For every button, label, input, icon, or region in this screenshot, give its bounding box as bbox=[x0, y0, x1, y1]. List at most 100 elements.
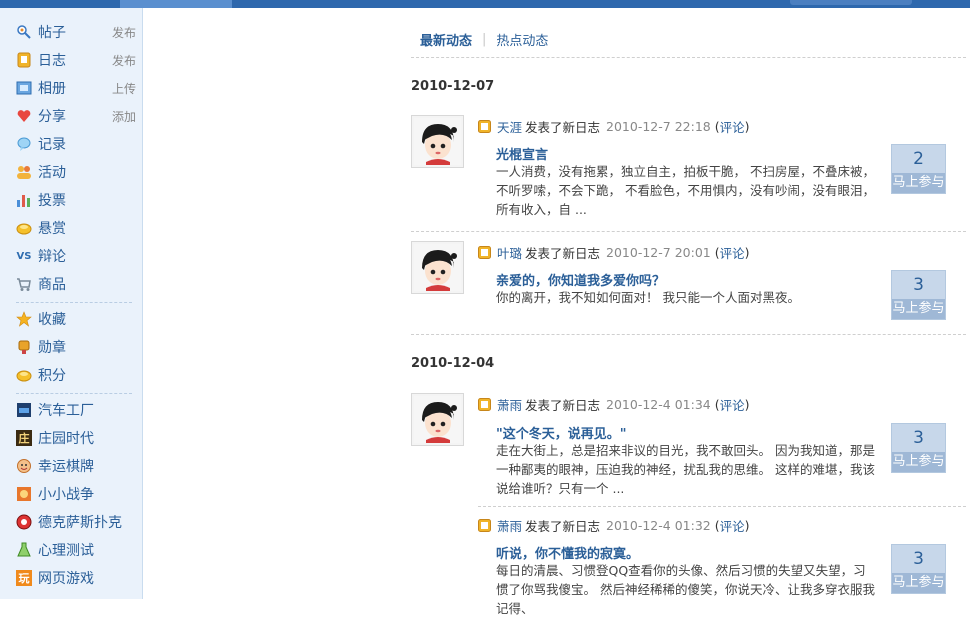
top-nav-active-tab[interactable] bbox=[120, 0, 232, 8]
join-label: 马上参与 bbox=[892, 452, 945, 472]
sidebar-item-label: 商品 bbox=[38, 277, 66, 293]
participant-count: 2 bbox=[913, 149, 924, 169]
record-icon bbox=[16, 136, 32, 152]
star-icon bbox=[16, 311, 32, 327]
date-header: 2010-12-04 bbox=[411, 356, 495, 371]
feed-header: 萧雨 发表了新日志 2010-12-4 01:34 (评论) bbox=[478, 395, 749, 414]
sidebar-item-points[interactable]: 积分 bbox=[16, 364, 136, 386]
feed-header: 叶璐 发表了新日志 2010-12-7 20:01 (评论) bbox=[478, 243, 749, 262]
medal-icon bbox=[16, 339, 32, 355]
user-link[interactable]: 萧雨 bbox=[497, 395, 522, 414]
user-link[interactable]: 天涯 bbox=[497, 117, 522, 136]
sidebar-item-label: 辩论 bbox=[38, 249, 66, 265]
sidebar-item-blog[interactable]: 日志 发布 bbox=[16, 49, 136, 71]
sidebar-item-action[interactable]: 发布 bbox=[112, 52, 136, 69]
sidebar-item-reward[interactable]: 悬赏 bbox=[16, 217, 136, 239]
share-icon bbox=[16, 108, 32, 124]
comment-link[interactable]: 评论 bbox=[720, 516, 745, 535]
action-text: 发表了新日志 bbox=[525, 398, 601, 413]
user-link[interactable]: 萧雨 bbox=[497, 516, 522, 535]
sidebar-item-debate[interactable]: VS 辩论 bbox=[16, 245, 136, 267]
sidebar-item-label: 积分 bbox=[38, 368, 66, 384]
sidebar-item-action[interactable]: 发布 bbox=[112, 24, 136, 41]
participant-count: 3 bbox=[913, 428, 924, 448]
divider bbox=[411, 231, 966, 232]
entry-title[interactable]: "这个冬天，说再见。" bbox=[496, 423, 627, 442]
sidebar-item-share[interactable]: 分享 添加 bbox=[16, 105, 136, 127]
participate-button[interactable]: 3 马上参与 bbox=[891, 423, 946, 473]
tab-separator: | bbox=[482, 32, 487, 47]
sidebar-item-medal[interactable]: 勋章 bbox=[16, 336, 136, 358]
points-icon bbox=[16, 367, 32, 383]
poker-icon bbox=[16, 514, 32, 530]
sidebar-item-war[interactable]: 小小战争 bbox=[16, 483, 136, 505]
avatar[interactable] bbox=[411, 115, 464, 168]
lucky-cards-icon bbox=[16, 458, 32, 474]
entry-body: 你的离开，我不知如何面对！ 我只能一个人面对黑夜。 bbox=[496, 290, 800, 305]
sidebar-item-lucky-cards[interactable]: 幸运棋牌 bbox=[16, 455, 136, 477]
top-search-box[interactable] bbox=[790, 0, 912, 5]
sidebar-item-action[interactable]: 添加 bbox=[112, 108, 136, 125]
participant-count: 3 bbox=[913, 549, 924, 569]
entry-body: 走在大街上，总是招来非议的目光，我不敢回头。 因为我知道，那是一种鄙夷的眼神，压… bbox=[496, 443, 875, 496]
divider bbox=[478, 506, 966, 507]
sidebar-item-label: 分享 bbox=[38, 109, 66, 125]
participate-button[interactable]: 3 马上参与 bbox=[891, 544, 946, 594]
sidebar-item-manor[interactable]: 庄 庄园时代 bbox=[16, 427, 136, 449]
comment-link[interactable]: 评论 bbox=[720, 243, 745, 262]
participant-count: 3 bbox=[913, 275, 924, 295]
event-icon bbox=[16, 164, 32, 180]
avatar[interactable] bbox=[411, 241, 464, 294]
feed-tabs: 最新动态 | 热点动态 bbox=[420, 30, 548, 49]
action-text: 发表了新日志 bbox=[525, 519, 601, 534]
war-icon bbox=[16, 486, 32, 502]
entry-body: 一人消费，没有拖累，独立自主，拍板干脆， 不扫房屋，不叠床被，不听罗嗦，不会下跪… bbox=[496, 164, 875, 217]
comment-link[interactable]: 评论 bbox=[720, 395, 745, 414]
sidebar-divider bbox=[16, 302, 132, 303]
sidebar-item-label: 心理测试 bbox=[38, 543, 94, 559]
user-link[interactable]: 叶璐 bbox=[497, 243, 522, 262]
tab-hot[interactable]: 热点动态 bbox=[496, 30, 548, 49]
sidebar-item-label: 汽车工厂 bbox=[38, 403, 94, 419]
timestamp: 2010-12-7 22:18 bbox=[606, 119, 711, 134]
sidebar-item-label: 网页游戏 bbox=[38, 571, 94, 587]
blog-icon bbox=[478, 246, 491, 259]
participate-button[interactable]: 3 马上参与 bbox=[891, 270, 946, 320]
psych-test-icon bbox=[16, 542, 32, 558]
sidebar-item-label: 记录 bbox=[38, 137, 66, 153]
action-text: 发表了新日志 bbox=[525, 120, 601, 135]
comment-link[interactable]: 评论 bbox=[720, 117, 745, 136]
sidebar-item-car-factory[interactable]: 汽车工厂 bbox=[16, 399, 136, 421]
timestamp: 2010-12-7 20:01 bbox=[606, 245, 711, 260]
album-icon bbox=[16, 80, 32, 96]
join-label: 马上参与 bbox=[892, 573, 945, 593]
sidebar-item-album[interactable]: 相册 上传 bbox=[16, 77, 136, 99]
web-game-icon: 玩 bbox=[16, 570, 32, 586]
blog-icon bbox=[16, 52, 32, 68]
blog-icon bbox=[478, 120, 491, 133]
sidebar-item-poll[interactable]: 投票 bbox=[16, 189, 136, 211]
sidebar-item-web-game[interactable]: 玩 网页游戏 bbox=[16, 567, 136, 589]
sidebar-item-poker[interactable]: 德克萨斯扑克 bbox=[16, 511, 136, 533]
entry-title[interactable]: 亲爱的，你知道我多爱你吗？ bbox=[496, 270, 665, 289]
sidebar-item-label: 德克萨斯扑克 bbox=[38, 515, 122, 531]
sidebar-item-label: 悬赏 bbox=[38, 221, 66, 237]
timestamp: 2010-12-4 01:34 bbox=[606, 397, 711, 412]
sidebar-item-psych-test[interactable]: 心理测试 bbox=[16, 539, 136, 561]
entry-title[interactable]: 听说，你不懂我的寂寞。 bbox=[496, 543, 639, 562]
sidebar-item-event[interactable]: 活动 bbox=[16, 161, 136, 183]
entry-body: 每日的清晨、习惯登QQ查看你的头像、然后习惯的失望又失望，习惯了你骂我傻宝。 然… bbox=[496, 563, 875, 616]
sidebar-item-favorites[interactable]: 收藏 bbox=[16, 308, 136, 330]
sidebar-item-posts[interactable]: 帖子 发布 bbox=[16, 21, 136, 43]
participate-button[interactable]: 2 马上参与 bbox=[891, 144, 946, 194]
sidebar-item-action[interactable]: 上传 bbox=[112, 80, 136, 97]
top-nav-bar bbox=[0, 0, 970, 8]
manor-icon: 庄 bbox=[16, 430, 32, 446]
divider bbox=[411, 334, 966, 335]
sidebar-item-record[interactable]: 记录 bbox=[16, 133, 136, 155]
sidebar-item-goods[interactable]: 商品 bbox=[16, 273, 136, 295]
avatar[interactable] bbox=[411, 393, 464, 446]
entry-title[interactable]: 光棍宣言 bbox=[496, 144, 548, 163]
feed-header: 天涯 发表了新日志 2010-12-7 22:18 (评论) bbox=[478, 117, 749, 136]
tab-latest[interactable]: 最新动态 bbox=[420, 30, 472, 49]
